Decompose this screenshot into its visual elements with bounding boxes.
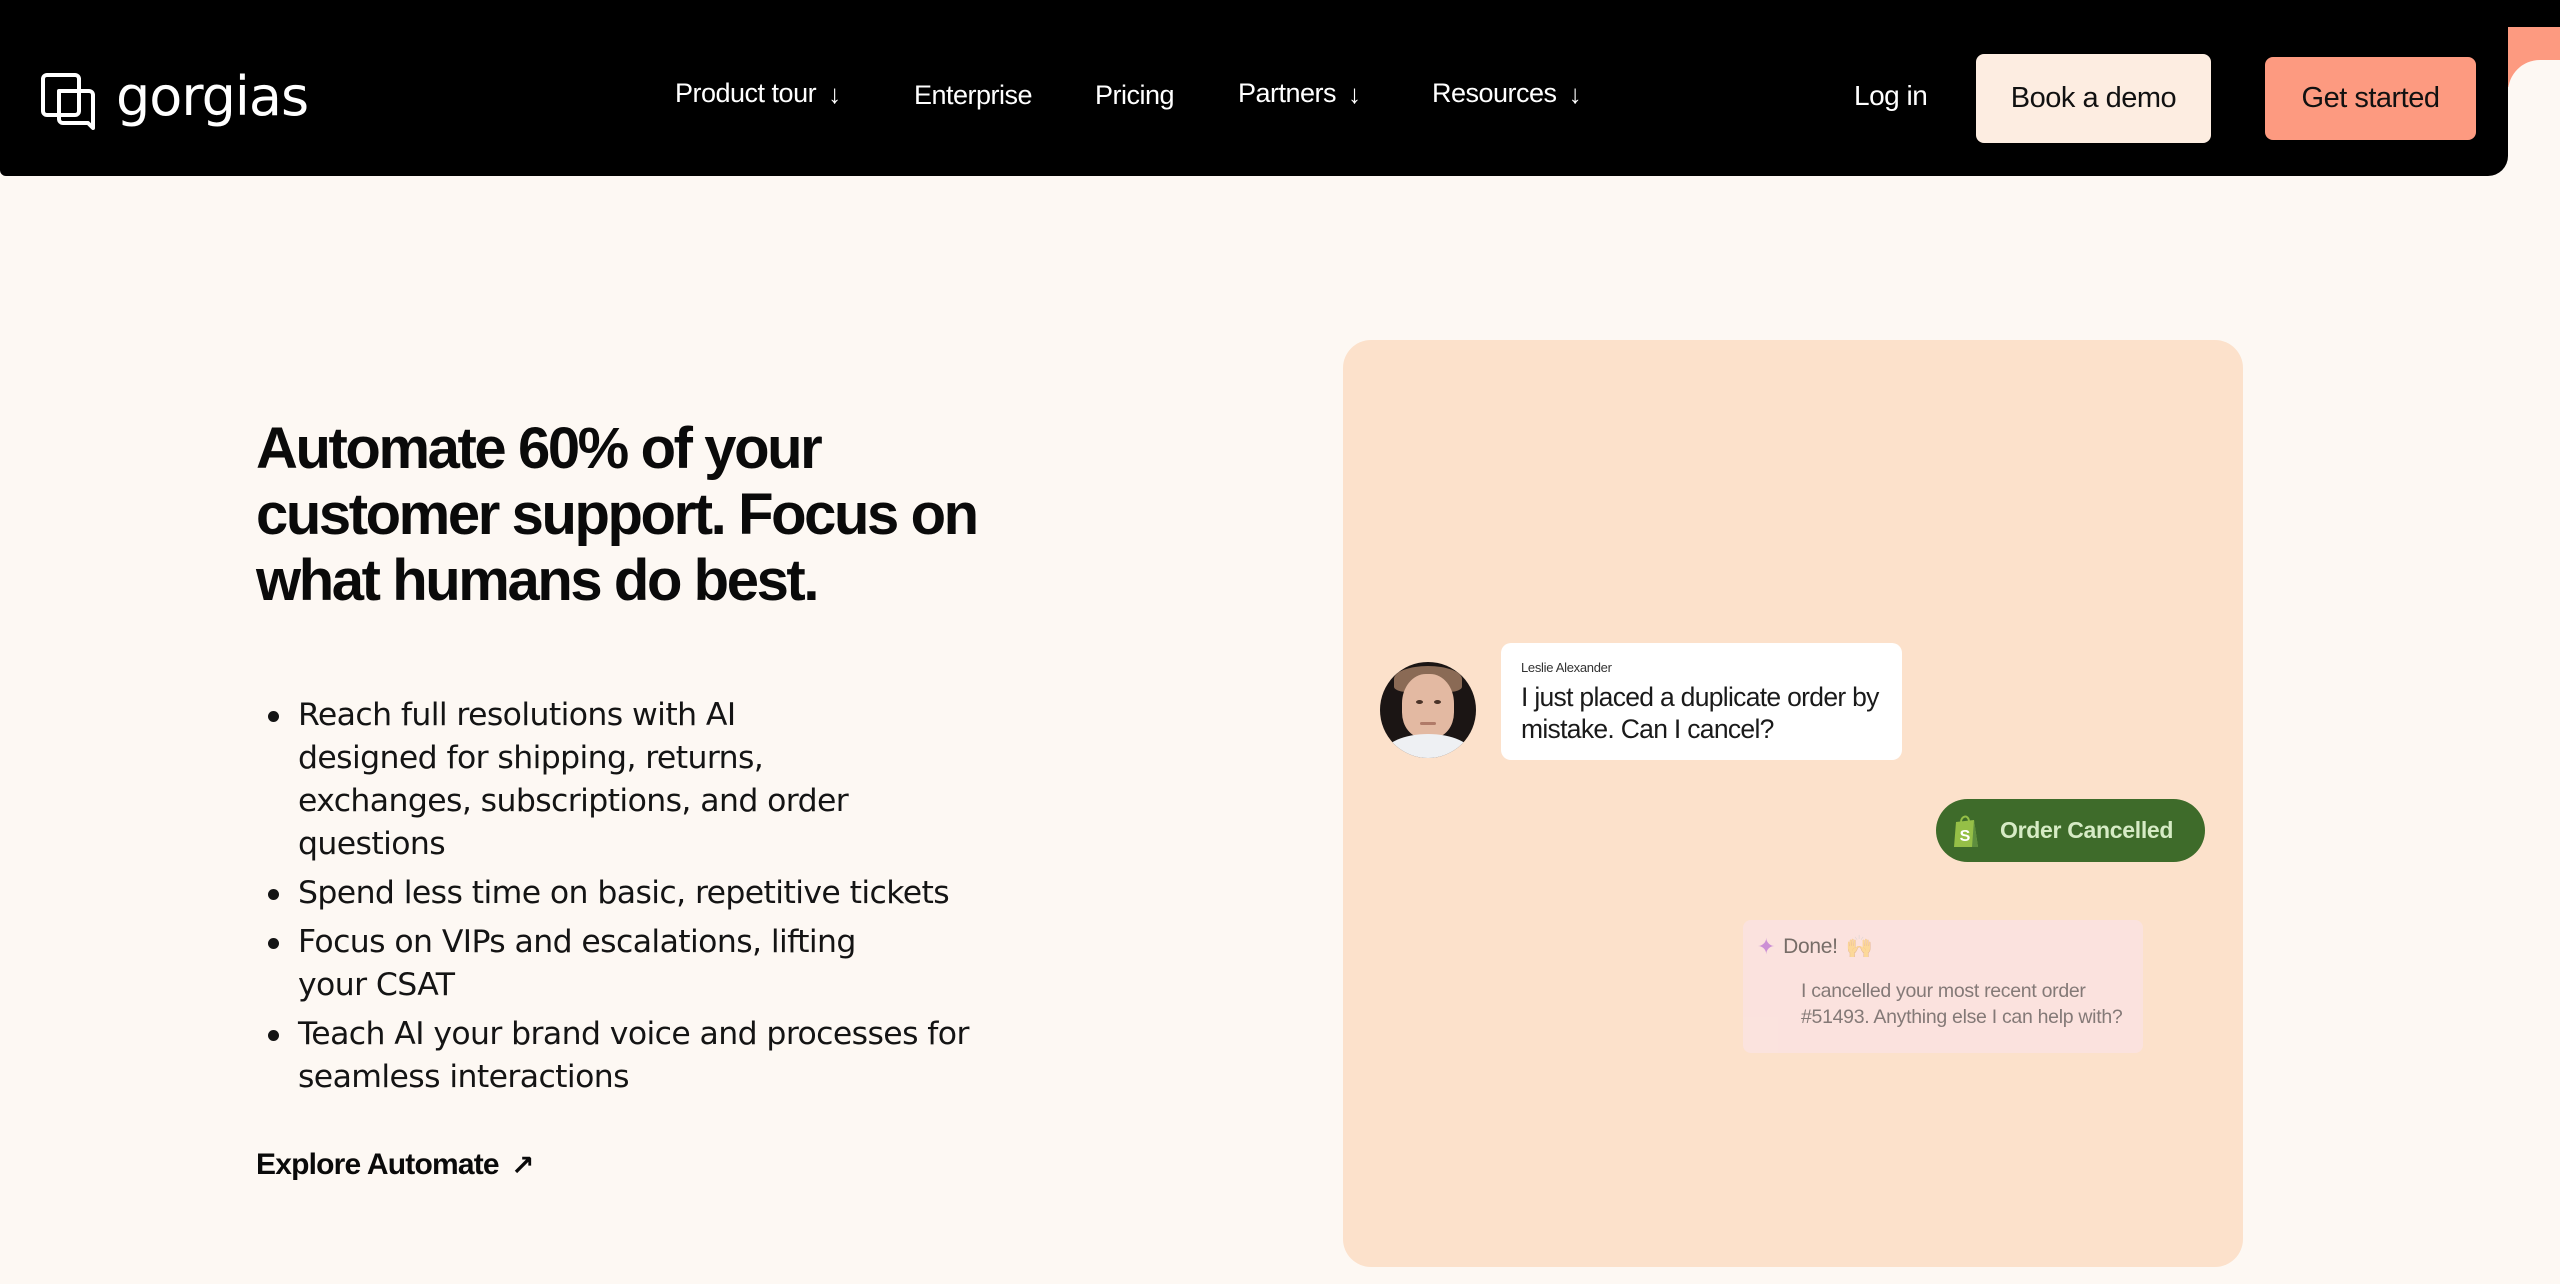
feature-item: Focus on VIPs and escalations, lifting y… — [256, 921, 906, 1007]
bullet-icon — [268, 889, 279, 900]
feature-item: Spend less time on basic, repetitive tic… — [256, 872, 1056, 915]
svg-text:S: S — [1960, 828, 1971, 845]
bullet-icon — [268, 1030, 279, 1041]
customer-message-text: I just placed a duplicate order by mista… — [1521, 682, 1879, 744]
nav-partners-label: Partners — [1238, 78, 1337, 108]
order-status-label: Order Cancelled — [2000, 817, 2174, 843]
nav-enterprise[interactable]: Enterprise — [914, 80, 1033, 111]
customer-name: Leslie Alexander — [1521, 660, 1612, 675]
avatar-eye — [1416, 700, 1423, 704]
avatar-mouth — [1420, 722, 1436, 725]
explore-automate-label: Explore Automate — [256, 1148, 500, 1181]
navbar: gorgias Product tour ↓ Enterprise Pricin… — [0, 0, 2508, 176]
bullet-icon — [268, 711, 279, 722]
brand-name: gorgias — [116, 64, 309, 128]
avatar-shirt — [1384, 734, 1472, 758]
nav-enterprise-label: Enterprise — [914, 80, 1033, 110]
ai-reply-bubble: ✦ Done! 🙌 I cancelled your most recent o… — [1743, 920, 2143, 1053]
avatar-eye — [1434, 700, 1441, 704]
arrow-down-icon: ↓ — [1348, 78, 1361, 109]
ai-reply-header: ✦ Done! 🙌 — [1757, 934, 2129, 960]
nav-partners[interactable]: Partners ↓ — [1238, 78, 1361, 109]
shopify-bag-icon: S — [1954, 815, 1978, 847]
feature-item: Teach AI your brand voice and processes … — [256, 1013, 1046, 1099]
avatar-face — [1402, 674, 1454, 738]
order-cancelled-pill: S Order Cancelled — [1936, 799, 2205, 862]
book-demo-button[interactable]: Book a demo — [1976, 54, 2211, 143]
login-link[interactable]: Log in — [1854, 80, 1928, 112]
customer-avatar — [1380, 662, 1476, 758]
nav-pricing[interactable]: Pricing — [1095, 80, 1175, 111]
sparkle-icon: ✦ — [1757, 934, 1776, 959]
nav-resources-label: Resources — [1432, 78, 1557, 108]
feature-text: Teach AI your brand voice and processes … — [298, 1016, 969, 1095]
corner-panel — [2508, 60, 2560, 200]
feature-item: Reach full resolutions with AI designed … — [256, 694, 866, 866]
customer-message-bubble: Leslie Alexander I just placed a duplica… — [1501, 643, 1902, 760]
nav-product-tour-label: Product tour — [675, 78, 817, 108]
feature-text: Reach full resolutions with AI designed … — [298, 697, 849, 862]
explore-automate-link[interactable]: Explore Automate ↗ — [256, 1148, 534, 1182]
gorgias-logo-icon — [41, 73, 95, 130]
feature-list: Reach full resolutions with AI designed … — [256, 694, 1056, 1105]
ai-reply-headline: Done! — [1783, 935, 1838, 958]
logo-link[interactable]: gorgias — [40, 65, 309, 136]
hero-title: Automate 60% of your customer support. F… — [256, 416, 979, 613]
feature-text: Spend less time on basic, repetitive tic… — [298, 875, 950, 911]
ai-reply-text: I cancelled your most recent order #5149… — [1801, 980, 2123, 1028]
arrow-down-icon: ↓ — [1568, 78, 1582, 109]
nav-pricing-label: Pricing — [1095, 80, 1175, 110]
bullet-icon — [268, 938, 279, 949]
feature-text: Focus on VIPs and escalations, lifting y… — [298, 924, 856, 1003]
raising-hands-emoji-icon: 🙌 — [1845, 934, 1873, 959]
arrow-up-right-icon: ↗ — [510, 1149, 534, 1181]
get-started-button[interactable]: Get started — [2265, 57, 2476, 140]
arrow-down-icon: ↓ — [828, 78, 841, 109]
nav-resources[interactable]: Resources ↓ — [1432, 78, 1582, 109]
nav-product-tour[interactable]: Product tour ↓ — [675, 78, 841, 109]
